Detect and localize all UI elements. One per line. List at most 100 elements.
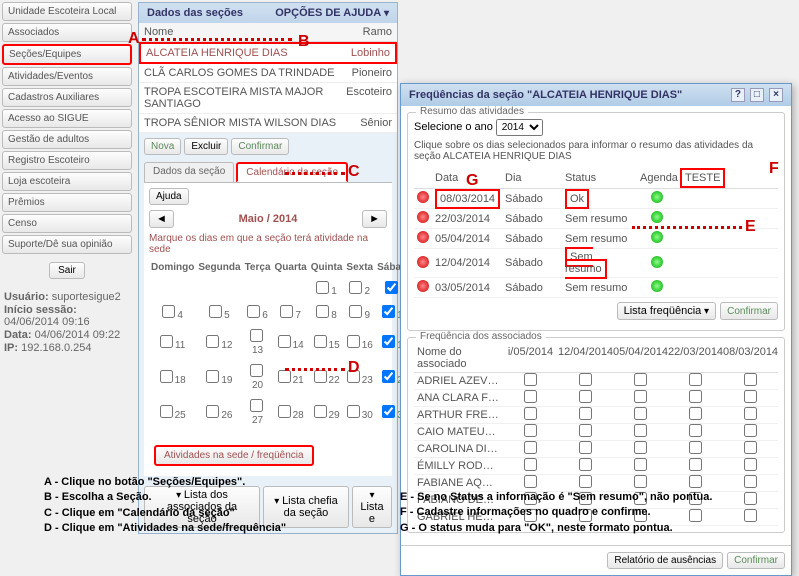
attendance-checkbox[interactable] — [689, 458, 702, 471]
delete-icon[interactable] — [417, 256, 429, 268]
calendar-day-checkbox[interactable] — [314, 405, 327, 418]
attendance-checkbox[interactable] — [524, 441, 537, 454]
attendance-checkbox[interactable] — [634, 373, 647, 386]
calendar-day-checkbox[interactable] — [247, 305, 260, 318]
calendar-day-checkbox[interactable] — [314, 335, 327, 348]
help-link[interactable]: OPÇÕES DE AJUDA ▾ — [275, 7, 389, 19]
attendance-checkbox[interactable] — [579, 458, 592, 471]
activity-row[interactable]: 12/04/2014 Sábado Sem resumo — [414, 249, 778, 278]
attendance-checkbox[interactable] — [524, 458, 537, 471]
attendance-checkbox[interactable] — [579, 424, 592, 437]
sidebar-item-unidade[interactable]: Unidade Escoteira Local — [2, 2, 132, 21]
calendar-day-checkbox[interactable] — [316, 305, 329, 318]
attendance-checkbox[interactable] — [744, 424, 757, 437]
help-icon[interactable]: ? — [731, 88, 745, 102]
calendar-day-checkbox[interactable] — [160, 370, 173, 383]
lista-e-button[interactable]: ▾ Lista e — [352, 486, 392, 528]
agenda-icon[interactable] — [651, 256, 663, 268]
calendar-day-checkbox[interactable] — [278, 405, 291, 418]
sidebar-item-registro[interactable]: Registro Escoteiro — [2, 151, 132, 170]
attendance-checkbox[interactable] — [524, 373, 537, 386]
calendar-day-checkbox[interactable] — [349, 305, 362, 318]
sidebar-item-gestao[interactable]: Gestão de adultos — [2, 130, 132, 149]
activity-row[interactable]: 05/04/2014 Sábado Sem resumo — [414, 229, 778, 249]
calendar-day-checkbox[interactable] — [278, 335, 291, 348]
delete-icon[interactable] — [417, 191, 429, 203]
calendar-day-checkbox[interactable] — [316, 281, 329, 294]
attendance-checkbox[interactable] — [579, 475, 592, 488]
sidebar-item-secoes[interactable]: Seções/Equipes — [2, 44, 132, 65]
sidebar-item-acesso[interactable]: Acesso ao SIGUE — [2, 109, 132, 128]
calendar-day-checkbox[interactable] — [382, 305, 395, 318]
prev-month-button[interactable]: ◄ — [149, 210, 174, 228]
sidebar-item-suporte[interactable]: Suporte/Dê sua opinião — [2, 235, 132, 254]
attendance-checkbox[interactable] — [689, 441, 702, 454]
attendance-checkbox[interactable] — [689, 390, 702, 403]
close-icon[interactable]: × — [769, 88, 783, 102]
calendar-day-checkbox[interactable] — [382, 405, 395, 418]
atividades-button[interactable]: Atividades na sede / freqüência — [154, 445, 314, 466]
activity-row[interactable]: 08/03/2014 Sábado Ok — [414, 189, 778, 209]
activity-row[interactable]: 03/05/2014 Sábado Sem resumo — [414, 278, 778, 298]
attendance-checkbox[interactable] — [634, 475, 647, 488]
attendance-checkbox[interactable] — [524, 390, 537, 403]
calendar-day-checkbox[interactable] — [162, 305, 175, 318]
attendance-checkbox[interactable] — [579, 373, 592, 386]
attendance-checkbox[interactable] — [524, 424, 537, 437]
attendance-checkbox[interactable] — [524, 407, 537, 420]
tab-dados[interactable]: Dados da seção — [144, 162, 234, 182]
calendar-day-checkbox[interactable] — [382, 370, 395, 383]
sair-button[interactable]: Sair — [49, 262, 85, 279]
sidebar-item-atividades[interactable]: Atividades/Eventos — [2, 67, 132, 86]
attendance-checkbox[interactable] — [744, 373, 757, 386]
lista-frequencia-button[interactable]: Lista freqüência ▾ — [617, 302, 716, 320]
calendar-day-checkbox[interactable] — [385, 281, 398, 294]
confirmar-button[interactable]: Confirmar — [231, 138, 289, 155]
agenda-icon[interactable] — [651, 231, 663, 243]
section-row[interactable]: ALCATEIA HENRIQUE DIASLobinho — [139, 42, 397, 64]
next-month-button[interactable]: ► — [362, 210, 387, 228]
calendar-day-checkbox[interactable] — [250, 399, 263, 412]
year-select[interactable]: 2014 — [496, 119, 543, 136]
calendar-day-checkbox[interactable] — [278, 370, 291, 383]
calendar-day-checkbox[interactable] — [347, 335, 360, 348]
attendance-checkbox[interactable] — [744, 509, 757, 522]
relatorio-button[interactable]: Relatório de ausências — [607, 552, 723, 569]
calendar-day-checkbox[interactable] — [347, 405, 360, 418]
sidebar-item-associados[interactable]: Associados — [2, 23, 132, 42]
maximize-icon[interactable]: □ — [750, 88, 764, 102]
attendance-checkbox[interactable] — [689, 373, 702, 386]
sidebar-item-cadastros[interactable]: Cadastros Auxiliares — [2, 88, 132, 107]
calendar-day-checkbox[interactable] — [160, 405, 173, 418]
attendance-checkbox[interactable] — [744, 441, 757, 454]
sidebar-item-premios[interactable]: Prêmios — [2, 193, 132, 212]
attendance-checkbox[interactable] — [634, 424, 647, 437]
attendance-checkbox[interactable] — [744, 390, 757, 403]
calendar-day-checkbox[interactable] — [250, 364, 263, 377]
delete-icon[interactable] — [417, 280, 429, 292]
footer-confirmar-button[interactable]: Confirmar — [727, 552, 785, 569]
delete-icon[interactable] — [417, 231, 429, 243]
sidebar-item-censo[interactable]: Censo — [2, 214, 132, 233]
attendance-checkbox[interactable] — [634, 441, 647, 454]
calendar-day-checkbox[interactable] — [206, 335, 219, 348]
calendar-day-checkbox[interactable] — [206, 405, 219, 418]
calendar-day-checkbox[interactable] — [209, 305, 222, 318]
calendar-day-checkbox[interactable] — [349, 281, 362, 294]
agenda-icon[interactable] — [651, 280, 663, 292]
section-row[interactable]: TROPA SÊNIOR MISTA WILSON DIASSênior — [139, 114, 397, 133]
section-row[interactable]: TROPA ESCOTEIRA MISTA MAJOR SANTIAGOEsco… — [139, 83, 397, 114]
attendance-checkbox[interactable] — [634, 458, 647, 471]
attendance-checkbox[interactable] — [689, 407, 702, 420]
calendar-day-checkbox[interactable] — [250, 329, 263, 342]
calendar-day-checkbox[interactable] — [160, 335, 173, 348]
attendance-checkbox[interactable] — [744, 475, 757, 488]
ajuda-button[interactable]: Ajuda — [149, 188, 189, 205]
agenda-icon[interactable] — [651, 191, 663, 203]
attendance-checkbox[interactable] — [634, 407, 647, 420]
attendance-checkbox[interactable] — [689, 475, 702, 488]
attendance-checkbox[interactable] — [634, 390, 647, 403]
section-row[interactable]: CLÃ CARLOS GOMES DA TRINDADEPioneiro — [139, 64, 397, 83]
calendar-day-checkbox[interactable] — [280, 305, 293, 318]
calendar-day-checkbox[interactable] — [206, 370, 219, 383]
